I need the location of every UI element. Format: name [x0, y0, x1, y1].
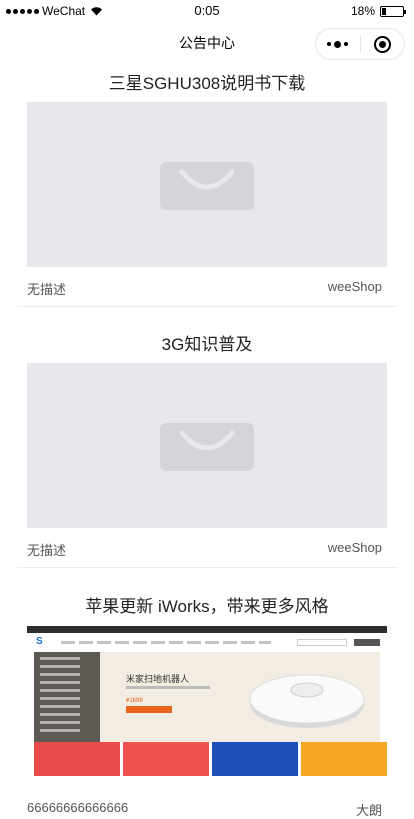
article-source: 大朗: [355, 803, 382, 818]
battery-fill: [382, 7, 386, 15]
article-image: S 米家扫地机器人 ¥1699: [27, 626, 387, 786]
article-card[interactable]: 3G知识普及 无描述 weeShop: [0, 322, 414, 584]
promo-tile: [34, 742, 120, 776]
nav-bar: 公告中心: [0, 24, 414, 60]
article-title: 苹果更新 iWorks，带来更多风格: [85, 597, 329, 616]
site-topbar: [27, 626, 387, 633]
more-menu-icon[interactable]: [316, 40, 360, 48]
close-mini-program-icon[interactable]: [360, 35, 404, 53]
shopping-bag-icon: [160, 423, 254, 471]
promo-tile: [123, 742, 209, 776]
article-meta: 无描述 weeShop: [27, 279, 382, 298]
site-promo-row: [27, 742, 387, 776]
article-description: 66666666666666: [27, 800, 129, 815]
site-search-button: [354, 639, 380, 646]
article-description: 无描述: [27, 282, 67, 297]
article-source: weeShop: [327, 279, 382, 294]
site-logo: S: [36, 636, 43, 647]
article-source: weeShop: [327, 540, 382, 555]
article-title: 三星SGHU308说明书下载: [108, 74, 306, 93]
article-title: 3G知识普及: [161, 335, 253, 354]
banner-button: [126, 706, 172, 713]
article-image-placeholder: [27, 102, 387, 267]
article-card[interactable]: 三星SGHU308说明书下载 无描述 weeShop: [0, 60, 414, 322]
website-screenshot: S 米家扫地机器人 ¥1699: [27, 626, 387, 786]
site-banner: 米家扫地机器人 ¥1699: [100, 652, 380, 742]
status-bar: WeChat 0:05 18%: [0, 0, 414, 22]
robot-vacuum-image: [249, 674, 365, 728]
site-search: [297, 639, 347, 646]
article-image-placeholder: [27, 363, 387, 528]
mini-program-capsule: [315, 28, 405, 60]
site-category-sidebar: [34, 652, 100, 742]
banner-subtitle: [126, 686, 210, 689]
status-right: 18%: [350, 4, 406, 18]
site-nav: [61, 641, 271, 644]
article-description: 无描述: [27, 543, 67, 558]
promo-tile: [301, 742, 387, 776]
divider: [17, 306, 397, 307]
article-card[interactable]: 苹果更新 iWorks，带来更多风格 S 米家扫地机器人 ¥1699 66666…: [0, 583, 414, 818]
site-header: S: [27, 633, 387, 650]
article-meta: 无描述 weeShop: [27, 540, 382, 559]
banner-title: 米家扫地机器人: [126, 674, 190, 684]
battery-percent: 18%: [350, 4, 375, 18]
promo-tile: [212, 742, 298, 776]
shopping-bag-icon: [160, 162, 254, 210]
divider: [17, 567, 397, 568]
banner-price: ¥1699: [126, 698, 143, 704]
battery-icon: [380, 5, 406, 17]
article-meta: 66666666666666 大朗: [27, 800, 382, 819]
